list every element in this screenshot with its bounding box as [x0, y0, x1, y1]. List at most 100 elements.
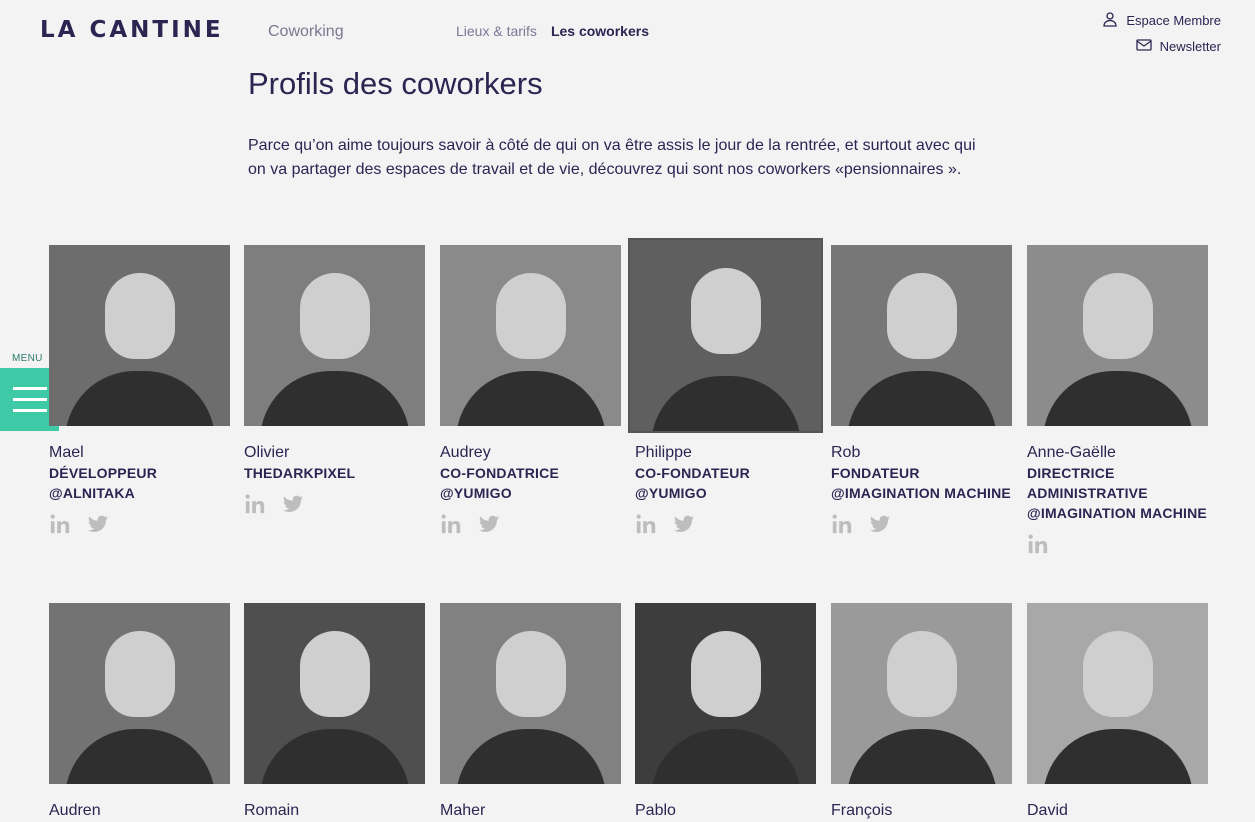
hamburger-line [12, 387, 47, 390]
coworker-role: Développeur @Alnitaka [49, 465, 157, 501]
coworker-photo[interactable] [244, 603, 425, 784]
coworker-photo[interactable] [1027, 603, 1208, 784]
portrait-body [259, 371, 410, 426]
main-nav: Lieux & tarifs Les coworkers [456, 23, 649, 39]
logo-text: LA CANTINE [40, 17, 224, 43]
member-space-label: Espace Membre [1126, 12, 1221, 28]
linkedin-icon[interactable] [1027, 533, 1049, 555]
twitter-icon[interactable] [869, 513, 891, 535]
site-logo[interactable]: LA CANTINE [40, 17, 224, 43]
portrait-head [690, 631, 761, 717]
coworker-name: Olivier [244, 444, 290, 461]
coworker-card[interactable]: Rob Fondateur @Imagination Machine [831, 245, 1012, 535]
coworker-name: David [1027, 802, 1068, 819]
portrait-head [104, 631, 175, 717]
linkedin-icon[interactable] [49, 513, 71, 535]
social-links [49, 513, 230, 535]
nav-lieux-tarifs[interactable]: Lieux & tarifs [456, 23, 537, 39]
linkedin-icon[interactable] [244, 493, 266, 515]
nav-les-coworkers[interactable]: Les coworkers [551, 23, 649, 39]
social-links [440, 513, 621, 535]
coworker-card[interactable]: Audren [49, 603, 230, 821]
social-links [244, 493, 425, 515]
page-intro: Parce qu’on aime toujours savoir à côté … [248, 137, 976, 178]
coworker-card[interactable]: Philippe Co-fondateur @Yumigo [630, 240, 821, 535]
portrait-head [886, 273, 957, 359]
portrait-body [1042, 371, 1193, 426]
coworker-role: Co-fondateur @Yumigo [635, 465, 750, 501]
portrait-head [495, 631, 566, 717]
portrait-head [104, 273, 175, 359]
coworker-card[interactable]: David [1027, 603, 1208, 821]
coworker-name: François [831, 802, 893, 819]
coworker-photo[interactable] [49, 603, 230, 784]
user-icon [1102, 11, 1118, 30]
portrait-head [886, 631, 957, 717]
coworker-photo[interactable] [831, 245, 1012, 426]
portrait-body [64, 371, 215, 426]
portrait-body [1042, 729, 1193, 784]
coworker-name: Romain [244, 802, 300, 819]
coworker-card[interactable]: Pablo [635, 603, 816, 821]
portrait-body [64, 729, 215, 784]
coworker-name: Philippe [635, 444, 692, 461]
twitter-icon[interactable] [478, 513, 500, 535]
coworker-role: Directrice Administrative @Imagination M… [1027, 465, 1207, 521]
portrait-body [650, 729, 801, 784]
coworker-card[interactable]: Romain [244, 603, 425, 821]
coworker-name: Rob [831, 444, 861, 461]
portrait-head [495, 273, 566, 359]
coworker-name: Mael [49, 444, 84, 461]
coworker-name: Audrey [440, 444, 491, 461]
portrait-body [846, 371, 997, 426]
section-label[interactable]: Coworking [268, 23, 344, 41]
linkedin-icon[interactable] [440, 513, 462, 535]
linkedin-icon[interactable] [635, 513, 657, 535]
coworker-card[interactable]: Mael Développeur @Alnitaka [49, 245, 230, 535]
coworker-photo[interactable] [630, 240, 821, 431]
coworker-photo[interactable] [244, 245, 425, 426]
twitter-icon[interactable] [282, 493, 304, 515]
social-links [1027, 533, 1208, 555]
portrait-head [1082, 273, 1153, 359]
hamburger-line [12, 409, 47, 412]
coworker-name: Pablo [635, 802, 676, 819]
coworker-role: thedarkpixel [244, 465, 356, 481]
portrait-body [259, 729, 410, 784]
mail-icon [1135, 37, 1152, 56]
coworker-role: Fondateur @Imagination Machine [831, 465, 1011, 501]
social-links [831, 513, 1012, 535]
menu-label: MENU [12, 353, 43, 364]
twitter-icon[interactable] [87, 513, 109, 535]
coworker-photo[interactable] [1027, 245, 1208, 426]
portrait-head [299, 273, 370, 359]
coworker-name: Audren [49, 802, 101, 819]
coworker-card[interactable]: Olivier thedarkpixel [244, 245, 425, 515]
coworker-card[interactable]: Audrey Co-fondatrice @Yumigo [440, 245, 621, 535]
coworker-photo[interactable] [831, 603, 1012, 784]
portrait-body [455, 729, 606, 784]
coworker-card[interactable]: François [831, 603, 1012, 821]
hamburger-line [12, 398, 47, 401]
member-space-link[interactable]: Espace Membre [1102, 7, 1221, 33]
coworker-photo[interactable] [440, 245, 621, 426]
coworker-role: Co-fondatrice @Yumigo [440, 465, 559, 501]
coworker-card[interactable]: Anne-Gaëlle Directrice Administrative @Im… [1027, 245, 1208, 555]
portrait-head [299, 631, 370, 717]
page-title: Profils des coworkers [248, 66, 543, 101]
newsletter-label: Newsletter [1159, 38, 1221, 54]
coworker-photo[interactable] [49, 245, 230, 426]
coworker-card[interactable]: Maher [440, 603, 621, 821]
coworker-photo[interactable] [635, 603, 816, 784]
coworker-photo[interactable] [440, 603, 621, 784]
portrait-body [650, 376, 801, 431]
portrait-body [846, 729, 997, 784]
coworker-name: Anne-Gaëlle [1027, 444, 1116, 461]
portrait-body [455, 371, 606, 426]
newsletter-link[interactable]: Newsletter [1102, 33, 1221, 59]
twitter-icon[interactable] [673, 513, 695, 535]
portrait-head [1082, 631, 1153, 717]
account-links: Espace Membre Newsletter [1102, 7, 1221, 59]
coworker-name: Maher [440, 802, 486, 819]
linkedin-icon[interactable] [831, 513, 853, 535]
